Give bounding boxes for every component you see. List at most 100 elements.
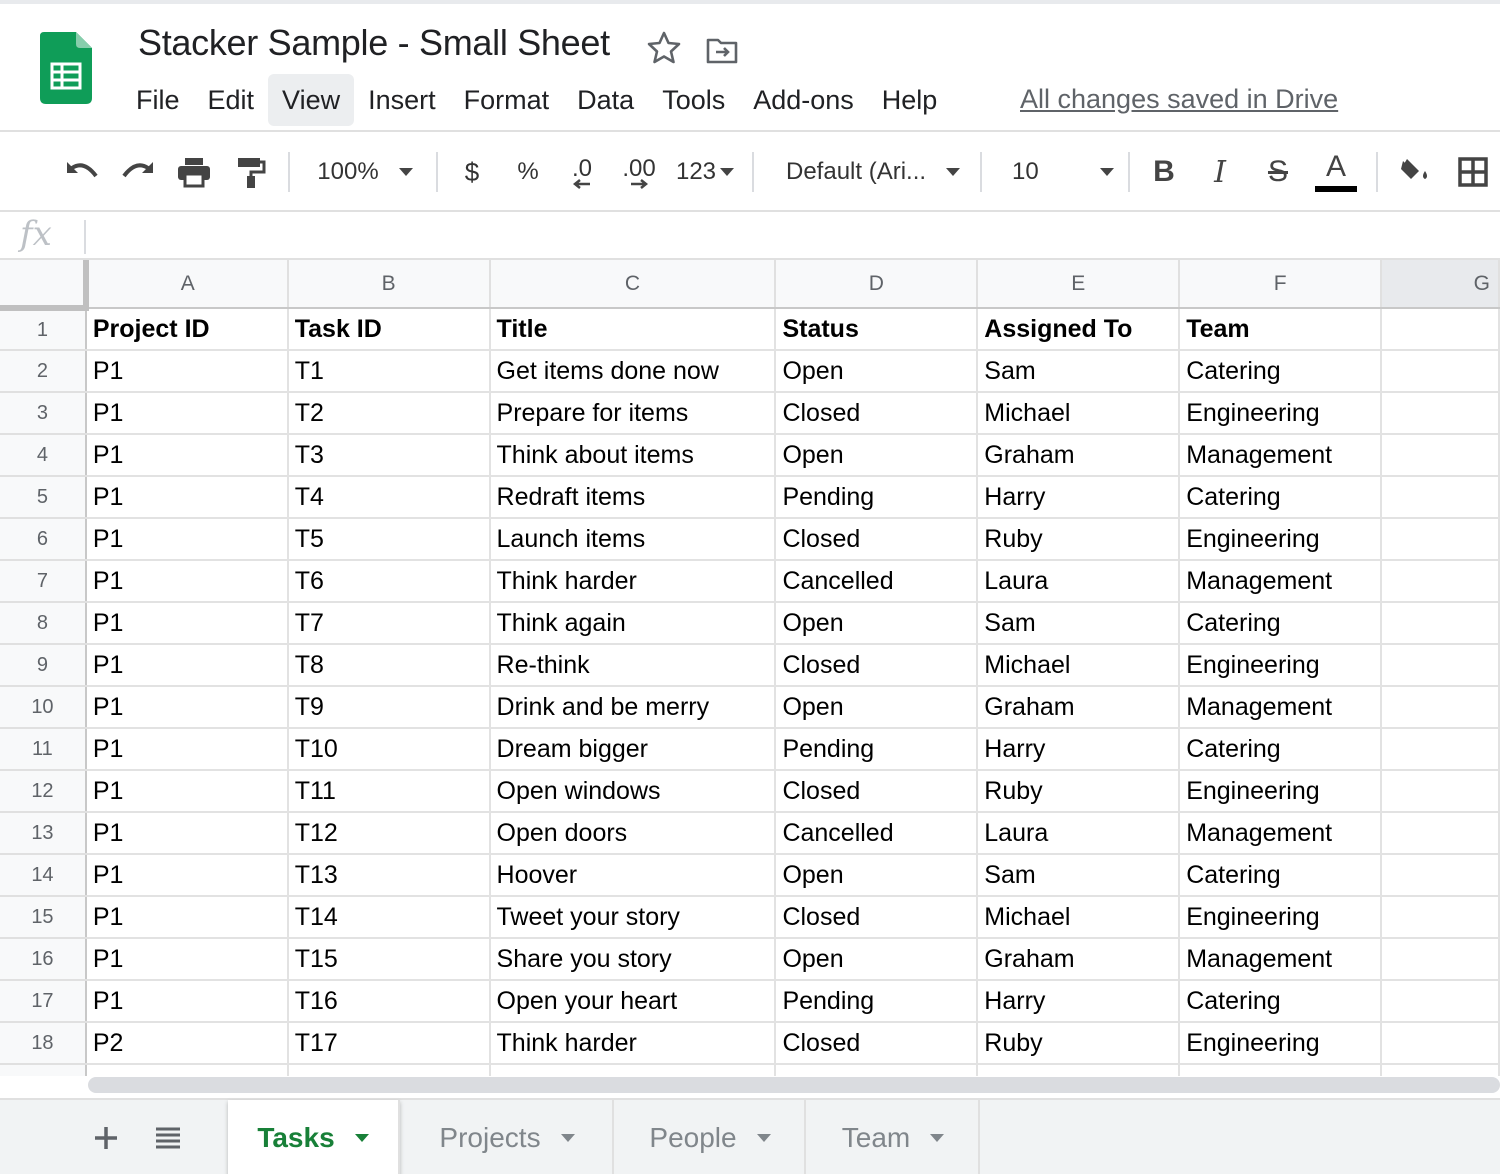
cell-d15[interactable]: Closed	[775, 896, 979, 939]
cell-b14[interactable]: T13	[287, 854, 491, 897]
menu-tools[interactable]: Tools	[648, 74, 739, 126]
cell-e16[interactable]: Graham	[977, 938, 1181, 981]
italic-button[interactable]: I	[1200, 150, 1240, 194]
cell-d13[interactable]: Cancelled	[775, 812, 979, 855]
cell-d12[interactable]: Closed	[775, 770, 979, 813]
cell-g17[interactable]	[1381, 980, 1500, 1023]
cell-f16[interactable]: Management	[1179, 938, 1383, 981]
font-family-select[interactable]: Default (Ari...	[776, 150, 968, 194]
row-header[interactable]: 17	[0, 980, 87, 1023]
column-header-g[interactable]: G	[1381, 260, 1500, 309]
cell-c4[interactable]: Think about items	[489, 434, 777, 477]
increase-decimal-button[interactable]: .00	[616, 150, 662, 194]
cell-e13[interactable]: Laura	[977, 812, 1181, 855]
column-header-f[interactable]: F	[1179, 260, 1383, 309]
cell-c18[interactable]: Think harder	[489, 1022, 777, 1065]
column-header-b[interactable]: B	[287, 260, 491, 309]
cell-e7[interactable]: Laura	[977, 560, 1181, 603]
font-size-select[interactable]: 10	[1000, 150, 1118, 194]
cell-g18[interactable]	[1381, 1022, 1500, 1065]
borders-button[interactable]	[1450, 150, 1496, 194]
currency-format-button[interactable]: $	[452, 150, 492, 194]
row-header[interactable]: 10	[0, 686, 87, 729]
empty-cell[interactable]	[977, 1064, 1181, 1076]
cell-g14[interactable]	[1381, 854, 1500, 897]
cell-d17[interactable]: Pending	[775, 980, 979, 1023]
cell-b6[interactable]: T5	[287, 518, 491, 561]
row-header[interactable]: 9	[0, 644, 87, 687]
cell-a7[interactable]: P1	[85, 560, 289, 603]
cell-a4[interactable]: P1	[85, 434, 289, 477]
cell-c2[interactable]: Get items done now	[489, 350, 777, 393]
row-header[interactable]: 3	[0, 392, 87, 435]
empty-cell[interactable]	[775, 1064, 979, 1076]
cell-d11[interactable]: Pending	[775, 728, 979, 771]
cell-c8[interactable]: Think again	[489, 602, 777, 645]
cell-d4[interactable]: Open	[775, 434, 979, 477]
row-header[interactable]: 2	[0, 350, 87, 393]
cell-f3[interactable]: Engineering	[1179, 392, 1383, 435]
cell-a6[interactable]: P1	[85, 518, 289, 561]
cell-c10[interactable]: Drink and be merry	[489, 686, 777, 729]
bold-button[interactable]: B	[1144, 150, 1184, 194]
cell-b9[interactable]: T8	[287, 644, 491, 687]
cell-c16[interactable]: Share you story	[489, 938, 777, 981]
cell-b18[interactable]: T17	[287, 1022, 491, 1065]
cell-e10[interactable]: Graham	[977, 686, 1181, 729]
cell-a9[interactable]: P1	[85, 644, 289, 687]
empty-cell[interactable]	[287, 1064, 491, 1076]
cell-a2[interactable]: P1	[85, 350, 289, 393]
row-header[interactable]: 16	[0, 938, 87, 981]
sheets-logo-icon[interactable]	[40, 32, 92, 104]
column-header-e[interactable]: E	[977, 260, 1181, 309]
cell-g7[interactable]	[1381, 560, 1500, 603]
menu-view[interactable]: View	[268, 74, 355, 126]
cell-a14[interactable]: P1	[85, 854, 289, 897]
select-all-corner[interactable]	[0, 260, 89, 311]
cell-e15[interactable]: Michael	[977, 896, 1181, 939]
sheet-tab-tasks[interactable]: Tasks	[228, 1100, 400, 1174]
cell-b10[interactable]: T9	[287, 686, 491, 729]
formula-input[interactable]	[100, 220, 1490, 254]
zoom-select[interactable]: 100%	[306, 150, 424, 194]
row-header[interactable]: 13	[0, 812, 87, 855]
text-color-button[interactable]: A	[1314, 150, 1358, 194]
cell-b15[interactable]: T14	[287, 896, 491, 939]
cell-f1[interactable]: Team	[1179, 308, 1383, 351]
cell-e5[interactable]: Harry	[977, 476, 1181, 519]
cell-e6[interactable]: Ruby	[977, 518, 1181, 561]
cell-a18[interactable]: P2	[85, 1022, 289, 1065]
add-sheet-button[interactable]	[86, 1118, 126, 1158]
menu-add-ons[interactable]: Add-ons	[739, 74, 868, 126]
cell-e14[interactable]: Sam	[977, 854, 1181, 897]
cell-c9[interactable]: Re-think	[489, 644, 777, 687]
cell-a17[interactable]: P1	[85, 980, 289, 1023]
cell-b5[interactable]: T4	[287, 476, 491, 519]
cell-c11[interactable]: Dream bigger	[489, 728, 777, 771]
cell-g16[interactable]	[1381, 938, 1500, 981]
paint-format-button[interactable]	[228, 150, 272, 194]
sheet-tab-people[interactable]: People	[616, 1100, 806, 1174]
number-format-select[interactable]: 123	[672, 150, 738, 194]
menu-format[interactable]: Format	[450, 74, 564, 126]
cell-c5[interactable]: Redraft items	[489, 476, 777, 519]
cell-g2[interactable]	[1381, 350, 1500, 393]
cell-f7[interactable]: Management	[1179, 560, 1383, 603]
cell-d6[interactable]: Closed	[775, 518, 979, 561]
cell-d2[interactable]: Open	[775, 350, 979, 393]
cell-d14[interactable]: Open	[775, 854, 979, 897]
cell-e11[interactable]: Harry	[977, 728, 1181, 771]
cell-f12[interactable]: Engineering	[1179, 770, 1383, 813]
cell-a5[interactable]: P1	[85, 476, 289, 519]
cell-c17[interactable]: Open your heart	[489, 980, 777, 1023]
row-header[interactable]: 5	[0, 476, 87, 519]
cell-a11[interactable]: P1	[85, 728, 289, 771]
chevron-down-icon[interactable]	[354, 1134, 369, 1142]
fill-color-button[interactable]	[1392, 150, 1436, 194]
cell-b1[interactable]: Task ID	[287, 308, 491, 351]
cell-c1[interactable]: Title	[489, 308, 777, 351]
cell-a10[interactable]: P1	[85, 686, 289, 729]
cell-b8[interactable]: T7	[287, 602, 491, 645]
cell-f5[interactable]: Catering	[1179, 476, 1383, 519]
cell-a13[interactable]: P1	[85, 812, 289, 855]
